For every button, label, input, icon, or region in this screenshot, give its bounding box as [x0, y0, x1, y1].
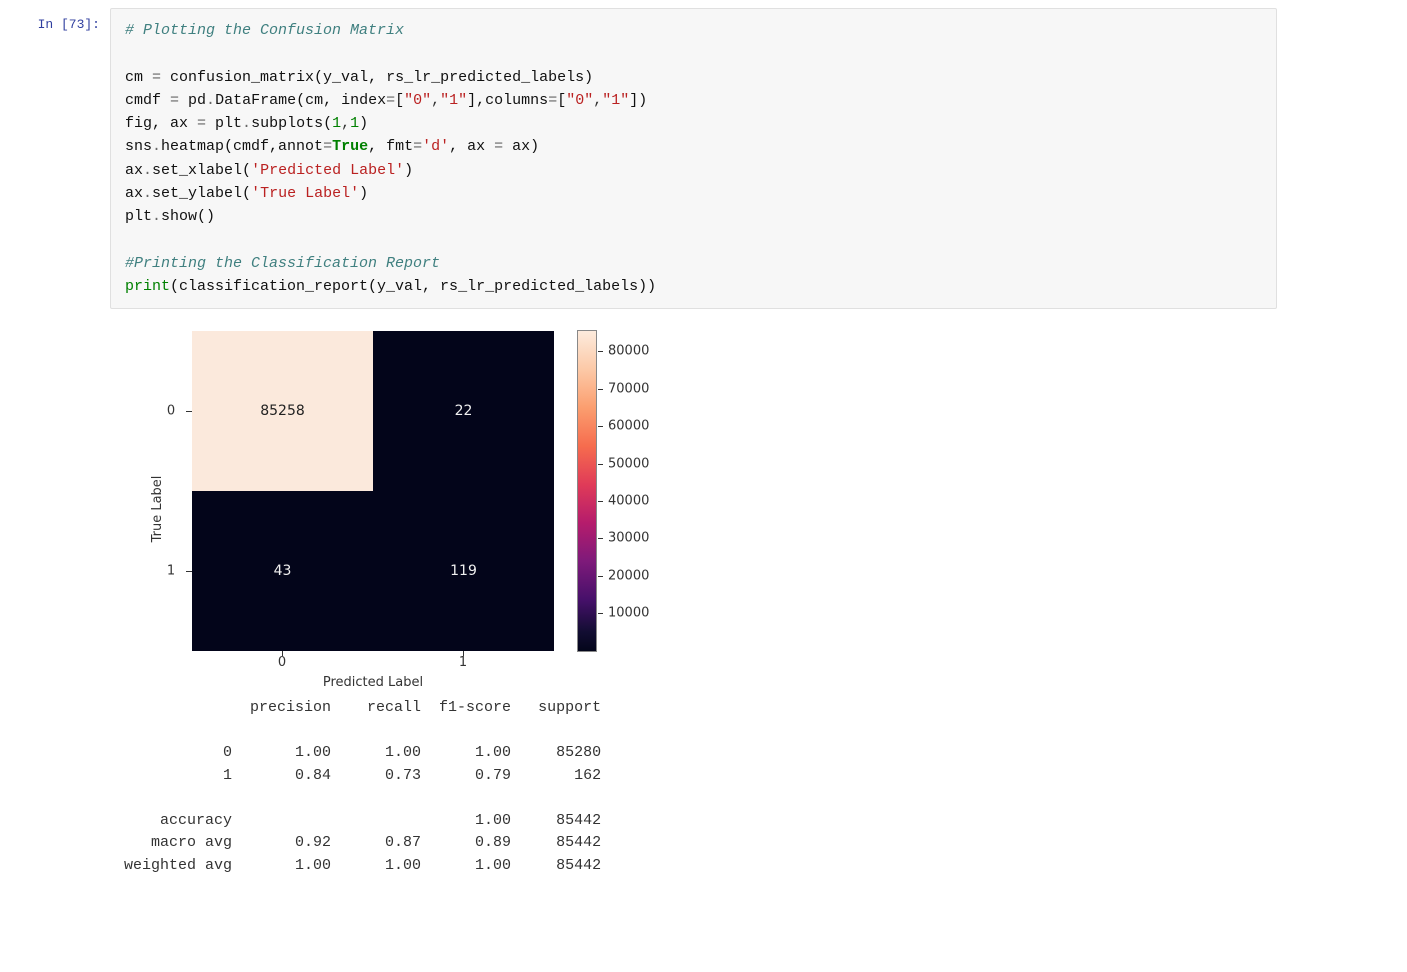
- x-axis-label: Predicted Label: [323, 675, 423, 690]
- heatmap-cell-1-0: 43: [192, 491, 373, 651]
- colorbar: [578, 331, 596, 651]
- notebook: In [73]: # Plotting the Confusion Matrix…: [0, 0, 1407, 885]
- report-row-accuracy: accuracy 1.00 85442: [124, 812, 601, 829]
- heatmap-cell-1-1: 119: [373, 491, 554, 651]
- y-axis-label: True Label: [150, 476, 165, 543]
- x-tick-1: 1: [448, 655, 478, 670]
- x-tick-0: 0: [267, 655, 297, 670]
- colorbar-tick: 30000: [608, 531, 649, 546]
- heatmap-grid: 85258 22 43 119: [192, 331, 554, 651]
- colorbar-tick: 40000: [608, 494, 649, 509]
- report-row-class0: 0 1.00 1.00 1.00 85280: [124, 744, 601, 761]
- colorbar-tick: 10000: [608, 606, 649, 621]
- report-row-weighted-avg: weighted avg 1.00 1.00 1.00 85442: [124, 857, 601, 874]
- input-prompt: In [73]:: [0, 8, 110, 34]
- code-comment: #Printing the Classification Report: [125, 255, 440, 272]
- y-tick-0: 0: [158, 404, 184, 419]
- code-cell: In [73]: # Plotting the Confusion Matrix…: [0, 8, 1407, 309]
- colorbar-tick: 50000: [608, 457, 649, 472]
- report-row-macro-avg: macro avg 0.92 0.87 0.89 85442: [124, 834, 601, 851]
- heatmap-cell-0-0: 85258: [192, 331, 373, 491]
- colorbar-tick: 60000: [608, 419, 649, 434]
- colorbar-tick: 80000: [608, 344, 649, 359]
- confusion-matrix-heatmap: True Label 0 1 85258 22 43 119 0 1 Predi…: [124, 329, 684, 689]
- colorbar-tick: 70000: [608, 382, 649, 397]
- report-header: precision recall f1-score support: [124, 699, 601, 716]
- colorbar-tick: 20000: [608, 569, 649, 584]
- code-comment: # Plotting the Confusion Matrix: [125, 22, 404, 39]
- output-cell: True Label 0 1 85258 22 43 119 0 1 Predi…: [0, 321, 1407, 877]
- classification-report: precision recall f1-score support 0 1.00…: [124, 697, 684, 877]
- y-tick-1: 1: [158, 564, 184, 579]
- heatmap-cell-0-1: 22: [373, 331, 554, 491]
- output-area: True Label 0 1 85258 22 43 119 0 1 Predi…: [110, 321, 684, 877]
- report-row-class1: 1 0.84 0.73 0.79 162: [124, 767, 601, 784]
- code-input[interactable]: # Plotting the Confusion Matrix cm = con…: [110, 8, 1277, 309]
